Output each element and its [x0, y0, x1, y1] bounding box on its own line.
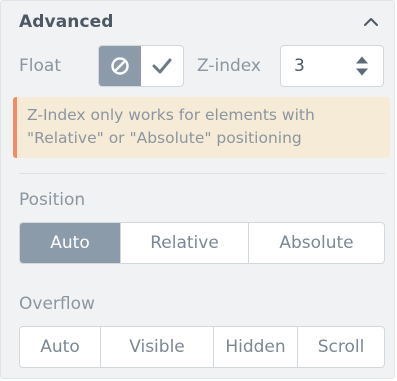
- checkmark-icon: [151, 57, 173, 75]
- no-float-icon: [110, 56, 130, 76]
- position-option-auto[interactable]: Auto: [20, 223, 120, 263]
- overflow-option-scroll[interactable]: Scroll: [297, 327, 384, 367]
- zindex-label: Z-index: [197, 56, 261, 76]
- position-option-relative[interactable]: Relative: [120, 223, 248, 263]
- position-label: Position: [19, 190, 86, 210]
- overflow-label: Overflow: [19, 294, 95, 314]
- float-toggle: [98, 45, 184, 87]
- position-segmented-control: Auto Relative Absolute: [19, 222, 385, 264]
- notice-line-1: Z-Index only works for elements with: [27, 106, 315, 124]
- float-enabled-option[interactable]: [141, 46, 183, 86]
- divider: [19, 173, 385, 174]
- section-header[interactable]: Advanced: [19, 9, 382, 35]
- zindex-stepper[interactable]: [351, 51, 373, 81]
- overflow-segmented-control: Auto Visible Hidden Scroll: [19, 326, 385, 368]
- position-option-absolute[interactable]: Absolute: [248, 223, 384, 263]
- stepper-up-icon[interactable]: [355, 56, 369, 64]
- section-title: Advanced: [19, 12, 114, 32]
- overflow-option-visible[interactable]: Visible: [100, 327, 213, 367]
- float-label: Float: [19, 56, 61, 76]
- zindex-value[interactable]: 3: [294, 56, 351, 76]
- float-none-option[interactable]: [99, 46, 141, 86]
- chevron-up-icon[interactable]: [360, 11, 382, 33]
- zindex-input[interactable]: 3: [280, 45, 384, 87]
- advanced-panel: Advanced Float Z-index 3 Z-Index only wo…: [0, 0, 395, 379]
- notice-line-2: "Relative" or "Absolute" positioning: [27, 129, 302, 147]
- zindex-notice: Z-Index only works for elements with "Re…: [13, 97, 390, 158]
- stepper-down-icon[interactable]: [355, 68, 369, 76]
- overflow-option-hidden[interactable]: Hidden: [213, 327, 297, 367]
- overflow-option-auto[interactable]: Auto: [20, 327, 100, 367]
